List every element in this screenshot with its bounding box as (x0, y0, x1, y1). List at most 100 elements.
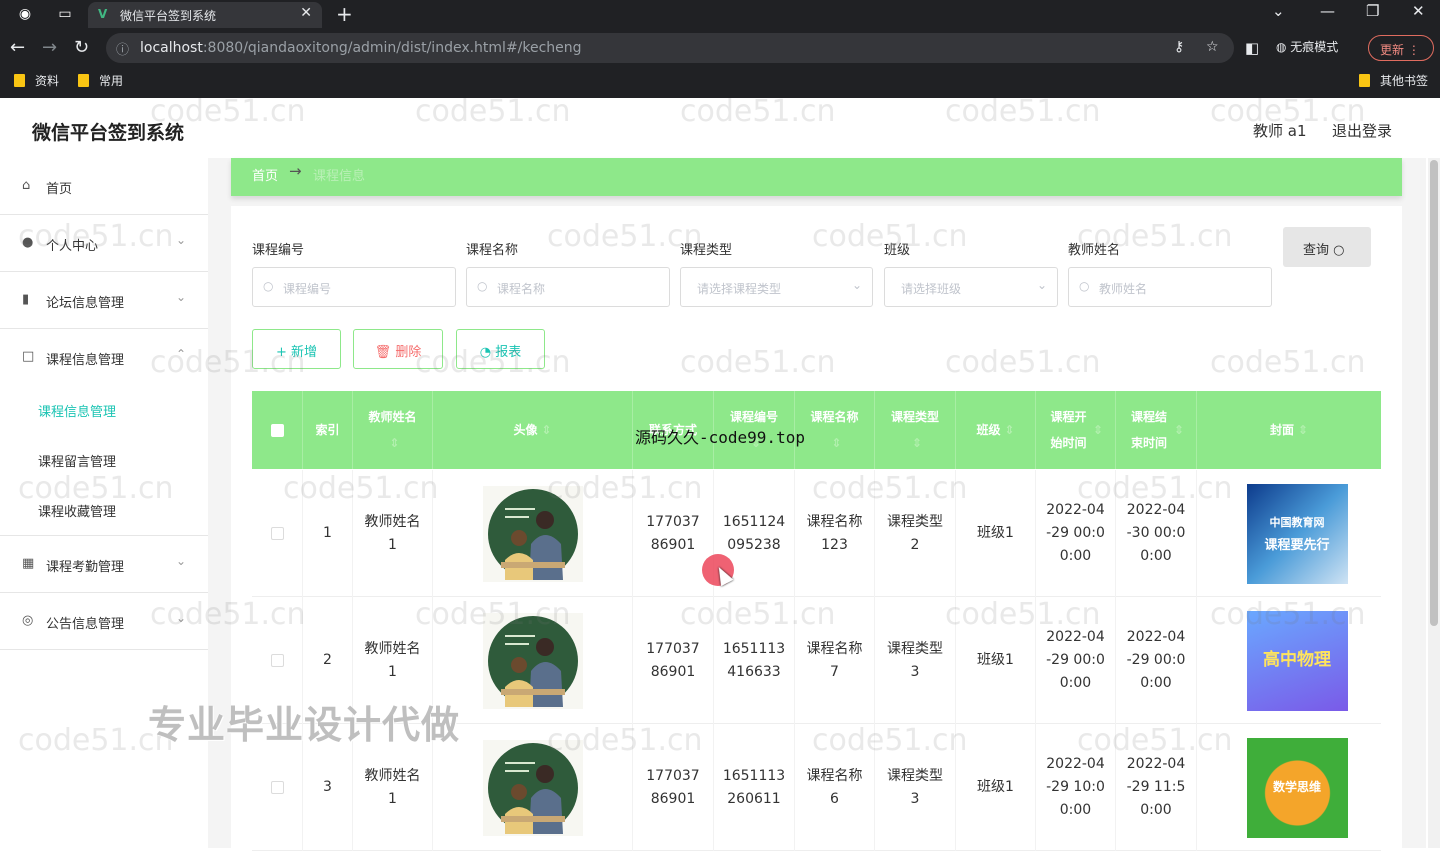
sidebar-toggle-icon[interactable]: ◧ (1245, 39, 1259, 57)
th-end-time[interactable]: 课程结束时间 ⇕ (1116, 391, 1197, 469)
bookmark-star-icon[interactable]: ☆ (1206, 39, 1219, 55)
chevron-down-icon: ⌄ (176, 233, 187, 247)
reload-icon[interactable]: ↻ (74, 37, 89, 58)
filter-label-class: 班级 (884, 243, 911, 258)
app-header: 微信平台签到系统 教师 a1 退出登录 (0, 98, 1440, 158)
th-course-name[interactable]: 课程名称 ⇕ (795, 391, 875, 469)
select-all-checkbox[interactable] (270, 423, 284, 437)
cell-avatar (433, 724, 633, 851)
row-select-cell (252, 470, 303, 597)
cover-image[interactable]: 数学思维 (1246, 737, 1348, 838)
current-user: 教师 a1 (1253, 122, 1307, 140)
tab-search-icon[interactable]: ▭ (56, 5, 74, 23)
tab-bar: ◉ ▭ V 微信平台签到系统 ✕ + ⌄ — ❐ ✕ (0, 0, 1440, 28)
course-name-input[interactable]: ○ 课程名称 (466, 267, 670, 307)
box-icon: □ (22, 349, 35, 364)
th-course-type[interactable]: 课程类型 ⇕ (875, 391, 956, 469)
cell-course-type: 课程类型2 (875, 470, 956, 597)
th-start-time[interactable]: 课程开始时间 ⇕ (1036, 391, 1116, 469)
th-teacher-name[interactable]: 教师姓名 ⇕ (353, 391, 433, 469)
incognito-label[interactable]: ◍ 无痕模式 (1276, 38, 1338, 55)
bookmark-folder-2[interactable]: 常用 (78, 72, 123, 89)
sort-icon[interactable]: ⇕ (1298, 417, 1308, 443)
chevron-down-icon: ⌄ (851, 278, 862, 292)
add-button[interactable]: + 新增 (252, 329, 341, 369)
close-tab-icon[interactable]: ✕ (300, 5, 312, 21)
course-no-input[interactable]: ○ 课程编号 (252, 267, 456, 307)
cover-image[interactable]: 高中物理 (1246, 610, 1348, 711)
breadcrumb-home[interactable]: 首页 (252, 165, 278, 184)
sidebar-item-forum[interactable]: ▮ 论坛信息管理 ⌄ (0, 272, 208, 329)
minimize-icon[interactable]: — (1320, 2, 1335, 20)
page-scrollbar[interactable] (1428, 158, 1440, 848)
report-button[interactable]: ◔ 报表 (456, 329, 545, 369)
home-icon: ⌂ (22, 178, 31, 193)
back-icon[interactable]: ← (10, 37, 25, 58)
address-bar[interactable]: ⓘ localhost:8080/qiandaoxitong/admin/dis… (106, 33, 1234, 63)
avatar-image[interactable] (482, 485, 583, 582)
class-select[interactable]: 请选择班级 ⌄ (884, 267, 1058, 307)
course-type-select[interactable]: 请选择课程类型 ⌄ (680, 267, 873, 307)
submenu-course-favorites[interactable]: 课程收藏管理 (38, 501, 116, 520)
sort-icon[interactable]: ⇕ (831, 430, 841, 456)
source-watermark-text: 源码久久-code99.top (635, 428, 805, 447)
sidebar-item-profile[interactable]: ● 个人中心 ⌄ (0, 215, 208, 272)
cover-image[interactable]: 中国教育网 课程要先行 (1246, 483, 1348, 584)
row-checkbox[interactable] (270, 781, 284, 794)
logout-link[interactable]: 退出登录 (1332, 120, 1392, 141)
avatar-image[interactable] (482, 739, 583, 836)
cell-end-time: 2022-04-29 11:50:00 (1116, 724, 1197, 851)
filter-label-course-no: 课程编号 (252, 243, 305, 258)
browser-tab[interactable]: V 微信平台签到系统 ✕ (88, 2, 322, 28)
select-all-cell[interactable] (252, 391, 303, 469)
sidebar-item-notice[interactable]: ◎ 公告信息管理 ⌄ (0, 593, 208, 650)
cell-course-name: 课程名称6 (795, 724, 875, 851)
th-cover[interactable]: 封面 ⇕ (1197, 391, 1381, 469)
avatar-image[interactable] (482, 612, 583, 709)
sidebar-item-home[interactable]: ⌂ 首页 (0, 158, 208, 215)
cell-course-name: 课程名称7 (795, 597, 875, 724)
scrollbar-thumb[interactable] (1430, 160, 1438, 626)
key-icon[interactable]: ⚷ (1174, 39, 1184, 55)
cell-contact: 17703786901 (633, 470, 714, 597)
sort-icon[interactable]: ⇕ (912, 430, 922, 456)
close-window-icon[interactable]: ✕ (1412, 2, 1425, 20)
teacher-name-input[interactable]: ○ 教师姓名 (1068, 267, 1272, 307)
folder-icon (14, 74, 25, 87)
cell-course-type: 课程类型3 (875, 597, 956, 724)
sort-icon[interactable]: ⇕ (389, 430, 399, 456)
cell-class: 班级1 (956, 470, 1036, 597)
th-avatar[interactable]: 头像 ⇕ (433, 391, 633, 469)
submenu-course-info[interactable]: 课程信息管理 (38, 401, 116, 420)
forward-icon[interactable]: → (42, 37, 57, 58)
other-bookmarks[interactable]: 其他书签 (1359, 72, 1428, 89)
delete-button[interactable]: 🗑 删除 (353, 329, 443, 369)
site-info-icon[interactable]: ⓘ (116, 39, 129, 58)
grid-icon: ▦ (22, 556, 35, 571)
new-tab-icon[interactable]: + (336, 2, 353, 26)
chevron-down-icon: ⌄ (176, 290, 187, 304)
cell-cover: 中国教育网 课程要先行 (1197, 470, 1397, 597)
search-icon: ○ (263, 279, 274, 293)
sidebar-item-course[interactable]: □ 课程信息管理 ⌃ 课程信息管理 课程留言管理 课程收藏管理 (0, 329, 208, 536)
restore-icon[interactable]: ❐ (1366, 2, 1379, 20)
th-class[interactable]: 班级 ⇕ (956, 391, 1036, 469)
query-button[interactable]: 查询 ○ (1283, 227, 1371, 267)
sidebar-item-attendance[interactable]: ▦ 课程考勤管理 ⌄ (0, 536, 208, 593)
teacher-avatar-illustration (487, 488, 578, 580)
th-index[interactable]: 索引 (303, 391, 353, 469)
sort-icon[interactable]: ⇕ (1093, 417, 1103, 443)
sort-icon[interactable]: ⇕ (1004, 417, 1014, 443)
tab-list-icon[interactable]: ⌄ (1272, 2, 1285, 20)
sort-icon[interactable]: ⇕ (541, 417, 551, 443)
browser-menu-icon[interactable]: ◉ (16, 5, 34, 23)
row-checkbox[interactable] (270, 527, 284, 540)
submenu-course-messages[interactable]: 课程留言管理 (38, 451, 116, 470)
sort-icon[interactable]: ⇕ (1174, 417, 1184, 443)
update-button[interactable]: 更新 ⋮ (1368, 35, 1434, 61)
row-checkbox[interactable] (270, 654, 284, 667)
cell-contact: 17703786901 (633, 597, 714, 724)
table-row[interactable]: 1 教师姓名1 17703786901 1651124095238 课程名称12… (252, 470, 1381, 597)
bookmark-folder-1[interactable]: 资料 (14, 72, 59, 89)
search-icon: ○ (1079, 279, 1090, 293)
